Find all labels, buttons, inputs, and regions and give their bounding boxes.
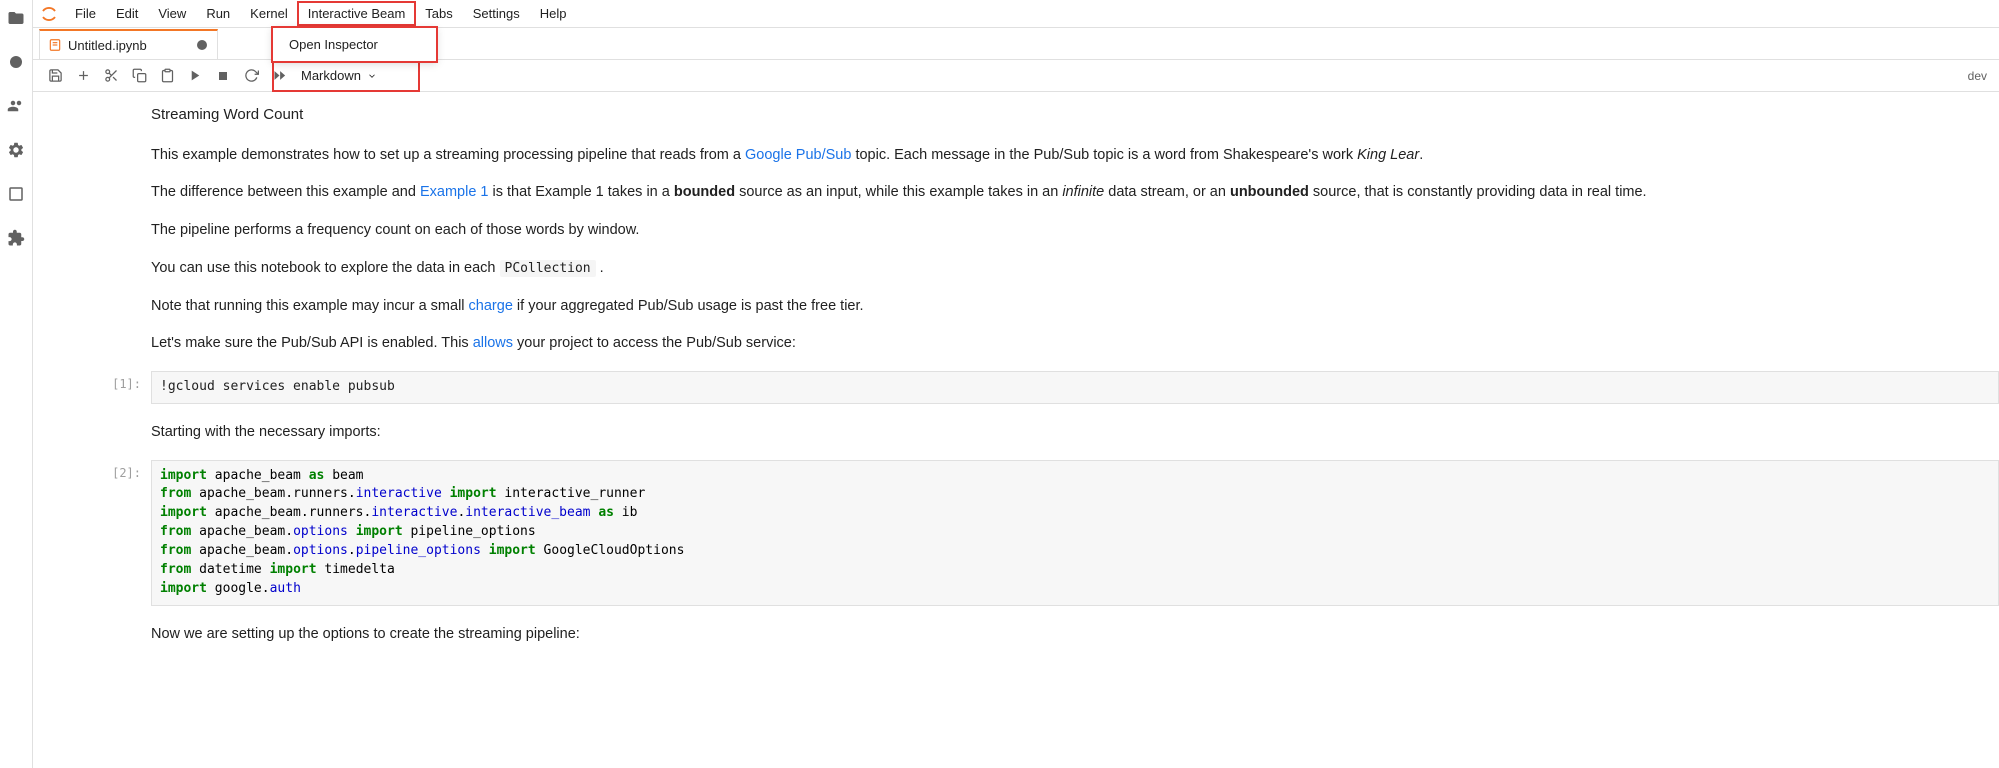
code-cell-2[interactable]: [2]: import apache_beam as beam from apa… xyxy=(33,460,1999,606)
menu-kernel[interactable]: Kernel xyxy=(240,2,298,25)
markdown-p7: Starting with the necessary imports: xyxy=(151,422,1979,444)
cell-prompt: [1]: xyxy=(33,371,151,391)
menu-open-inspector[interactable]: Open Inspector xyxy=(273,28,436,61)
menu-dropdown: Open Inspector xyxy=(272,27,437,62)
document-icon[interactable] xyxy=(6,184,26,204)
menu-view[interactable]: View xyxy=(148,2,196,25)
markdown-p5: Note that running this example may incur… xyxy=(151,296,1979,318)
link-pubsub[interactable]: Google Pub/Sub xyxy=(745,147,851,163)
folder-icon[interactable] xyxy=(6,8,26,28)
stop-button[interactable] xyxy=(209,62,237,90)
markdown-p6: Let's make sure the Pub/Sub API is enabl… xyxy=(151,333,1979,355)
toolbar: Markdown dev xyxy=(33,60,1999,92)
notebook-body[interactable]: Streaming Word Count This example demons… xyxy=(33,92,1999,768)
code-input[interactable]: !gcloud services enable pubsub xyxy=(151,371,1999,404)
save-button[interactable] xyxy=(41,62,69,90)
markdown-p1: This example demonstrates how to set up … xyxy=(151,145,1979,167)
menu-help[interactable]: Help xyxy=(530,2,577,25)
main-panel: File Edit View Run Kernel Interactive Be… xyxy=(33,0,1999,768)
user-group-icon[interactable] xyxy=(6,96,26,116)
chevron-down-icon xyxy=(367,71,377,81)
menu-edit[interactable]: Edit xyxy=(106,2,148,25)
menu-file[interactable]: File xyxy=(65,2,106,25)
code-input[interactable]: import apache_beam as beam from apache_b… xyxy=(151,460,1999,606)
restart-button[interactable] xyxy=(237,62,265,90)
markdown-p3: The pipeline performs a frequency count … xyxy=(151,220,1979,242)
add-cell-button[interactable] xyxy=(69,62,97,90)
jupyter-logo-icon xyxy=(39,4,59,24)
unsaved-indicator-icon xyxy=(197,40,207,50)
kernel-name[interactable]: dev xyxy=(1968,69,1991,83)
cell-type-select[interactable]: Markdown xyxy=(293,68,385,83)
gear-icon[interactable] xyxy=(6,140,26,160)
extension-icon[interactable] xyxy=(6,228,26,248)
cut-button[interactable] xyxy=(97,62,125,90)
markdown-p8: Now we are setting up the options to cre… xyxy=(151,624,1979,646)
code-cell-1[interactable]: [1]: !gcloud services enable pubsub xyxy=(33,371,1999,404)
tab-filename: Untitled.ipynb xyxy=(68,38,147,53)
markdown-title: Streaming Word Count xyxy=(151,104,1979,127)
menu-settings[interactable]: Settings xyxy=(463,2,530,25)
menu-interactive-beam[interactable]: Interactive Beam xyxy=(298,2,416,25)
cell-type-label: Markdown xyxy=(301,68,361,83)
link-example1[interactable]: Example 1 xyxy=(420,184,489,200)
menu-run[interactable]: Run xyxy=(196,2,240,25)
notebook-tab[interactable]: Untitled.ipynb xyxy=(39,29,218,59)
cell-prompt: [2]: xyxy=(33,460,151,480)
copy-button[interactable] xyxy=(125,62,153,90)
markdown-p4: You can use this notebook to explore the… xyxy=(151,258,1979,280)
paste-button[interactable] xyxy=(153,62,181,90)
markdown-p2: The difference between this example and … xyxy=(151,182,1979,204)
circle-icon[interactable] xyxy=(6,52,26,72)
notebook-icon xyxy=(48,38,62,52)
link-charge[interactable]: charge xyxy=(469,298,513,314)
run-all-button[interactable] xyxy=(265,62,293,90)
run-button[interactable] xyxy=(181,62,209,90)
menu-tabs[interactable]: Tabs xyxy=(415,2,462,25)
activity-bar xyxy=(0,0,33,768)
link-allows[interactable]: allows xyxy=(473,335,513,351)
menubar: File Edit View Run Kernel Interactive Be… xyxy=(33,0,1999,28)
